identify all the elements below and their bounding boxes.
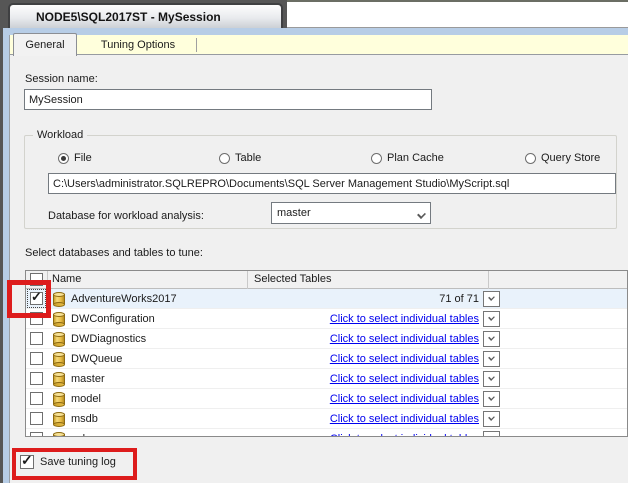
row-dropdown-button[interactable]	[483, 391, 500, 407]
select-individual-tables-link[interactable]: Click to select individual tables	[248, 349, 479, 369]
select-individual-tables-link[interactable]: Click to select individual tables	[248, 429, 479, 436]
workload-radio-label: Query Store	[541, 152, 601, 164]
session-name-input[interactable]: MySession	[24, 89, 432, 110]
annotation-highlight-save-log	[12, 448, 137, 480]
chevron-down-icon	[488, 394, 495, 401]
table-row[interactable]: ✓ DWDiagnostics Click to select individu…	[26, 329, 627, 349]
table-header: ✓ Name Selected Tables	[26, 271, 627, 289]
database-icon	[53, 372, 65, 387]
table-row[interactable]: ✓ model Click to select individual table…	[26, 389, 627, 409]
row-dropdown-button[interactable]	[483, 371, 500, 387]
table-body: ✓ AdventureWorks2017 71 of 71 ✓ DWConfig…	[26, 289, 627, 436]
row-dropdown-button[interactable]	[483, 411, 500, 427]
row-dropdown-button[interactable]	[483, 311, 500, 327]
row-checkbox[interactable]: ✓	[30, 372, 43, 385]
radio-icon[interactable]	[219, 152, 230, 164]
table-row[interactable]: ✓ sqlnexus Click to select individual ta…	[26, 429, 627, 436]
radio-icon[interactable]	[371, 152, 382, 164]
row-dropdown-button[interactable]	[483, 351, 500, 367]
session-name-value: MySession	[29, 93, 83, 106]
row-checkbox[interactable]: ✓	[30, 392, 43, 405]
chevron-down-icon	[488, 434, 495, 436]
workload-radio-option[interactable]: Query Store	[525, 150, 600, 166]
selected-tables-value: 71 of 71	[439, 293, 479, 305]
chevron-down-icon	[488, 314, 495, 321]
tab-strip: General Tuning Options	[10, 33, 628, 56]
select-individual-tables-link[interactable]: Click to select individual tables	[248, 329, 479, 349]
database-icon	[53, 352, 65, 367]
tab-separator	[196, 38, 197, 52]
database-name: model	[71, 393, 101, 405]
select-individual-tables-link[interactable]: Click to select individual tables	[248, 409, 479, 429]
database-name: DWDiagnostics	[71, 333, 147, 345]
database-name: DWConfiguration	[71, 313, 155, 325]
chevron-down-icon	[417, 210, 426, 219]
row-checkbox[interactable]: ✓	[30, 412, 43, 425]
chevron-down-icon	[488, 414, 495, 421]
database-icon	[53, 392, 65, 407]
session-document-tab-label: NODE5\SQL2017ST - MySession	[36, 9, 221, 24]
workload-file-path-value: C:\Users\administrator.SQLREPRO\Document…	[53, 177, 510, 190]
row-dropdown-button[interactable]	[483, 291, 500, 307]
tab-well-background	[287, 0, 628, 27]
database-icon	[53, 292, 65, 307]
workload-radio-label: Plan Cache	[387, 152, 444, 164]
database-icon	[53, 412, 65, 427]
chevron-down-icon	[488, 354, 495, 361]
header-selected-tables[interactable]: Selected Tables	[248, 271, 489, 289]
table-row[interactable]: ✓ master Click to select individual tabl…	[26, 369, 627, 389]
radio-icon[interactable]	[58, 152, 69, 164]
tab-general-label: General	[25, 39, 65, 51]
analysis-database-dropdown[interactable]: master	[271, 202, 431, 224]
session-name-label: Session name:	[25, 73, 98, 85]
workload-radio-option[interactable]: Plan Cache	[371, 150, 444, 166]
tab-tuning-options-label: Tuning Options	[100, 39, 176, 51]
workload-radio-option[interactable]: Table	[219, 150, 261, 166]
tab-tuning-options[interactable]: Tuning Options	[82, 35, 194, 55]
chevron-down-icon	[488, 374, 495, 381]
workload-radio-label: Table	[235, 152, 262, 164]
database-name: AdventureWorks2017	[71, 293, 177, 305]
workload-group: Workload File Table Plan Cache Query Sto…	[24, 129, 617, 229]
chevron-down-icon	[488, 294, 495, 301]
table-row[interactable]: ✓ DWConfiguration Click to select indivi…	[26, 309, 627, 329]
row-checkbox[interactable]: ✓	[30, 352, 43, 365]
database-name: sqlnexus	[71, 429, 114, 436]
session-page: General Tuning Options Session name: MyS…	[10, 33, 628, 483]
databases-table: ✓ Name Selected Tables ✓ AdventureWorks2…	[25, 270, 628, 437]
workload-radio-label: File	[74, 152, 92, 164]
workload-radio-option[interactable]: File	[58, 150, 92, 166]
header-name[interactable]: Name	[48, 271, 248, 289]
row-dropdown-button[interactable]	[483, 431, 500, 436]
analysis-database-label: Database for workload analysis:	[48, 210, 204, 222]
chevron-down-icon	[488, 334, 495, 341]
session-document-tab[interactable]: NODE5\SQL2017ST - MySession	[8, 3, 283, 28]
select-individual-tables-link[interactable]: Click to select individual tables	[248, 389, 479, 409]
radio-icon[interactable]	[525, 152, 536, 164]
window-frame-top	[3, 28, 628, 35]
row-checkbox[interactable]: ✓	[30, 432, 43, 436]
workload-group-label: Workload	[33, 129, 88, 141]
row-checkbox[interactable]: ✓	[30, 332, 43, 345]
workload-file-path-input[interactable]: C:\Users\administrator.SQLREPRO\Document…	[48, 173, 616, 194]
workload-options: File Table Plan Cache Query Store	[25, 150, 616, 166]
analysis-database-value: master	[277, 207, 311, 219]
database-name: master	[71, 373, 105, 385]
database-name: msdb	[71, 413, 98, 425]
database-icon	[53, 312, 65, 327]
select-individual-tables-link[interactable]: Click to select individual tables	[248, 369, 479, 389]
database-icon	[53, 332, 65, 347]
database-name: DWQueue	[71, 353, 123, 365]
row-dropdown-button[interactable]	[483, 331, 500, 347]
tab-general[interactable]: General	[13, 33, 77, 56]
select-databases-label: Select databases and tables to tune:	[25, 247, 203, 259]
annotation-highlight-checkbox	[7, 280, 51, 318]
table-row[interactable]: ✓ AdventureWorks2017 71 of 71	[26, 289, 627, 309]
table-row[interactable]: ✓ msdb Click to select individual tables	[26, 409, 627, 429]
select-individual-tables-link[interactable]: Click to select individual tables	[248, 309, 479, 329]
database-icon	[53, 432, 65, 436]
table-row[interactable]: ✓ DWQueue Click to select individual tab…	[26, 349, 627, 369]
